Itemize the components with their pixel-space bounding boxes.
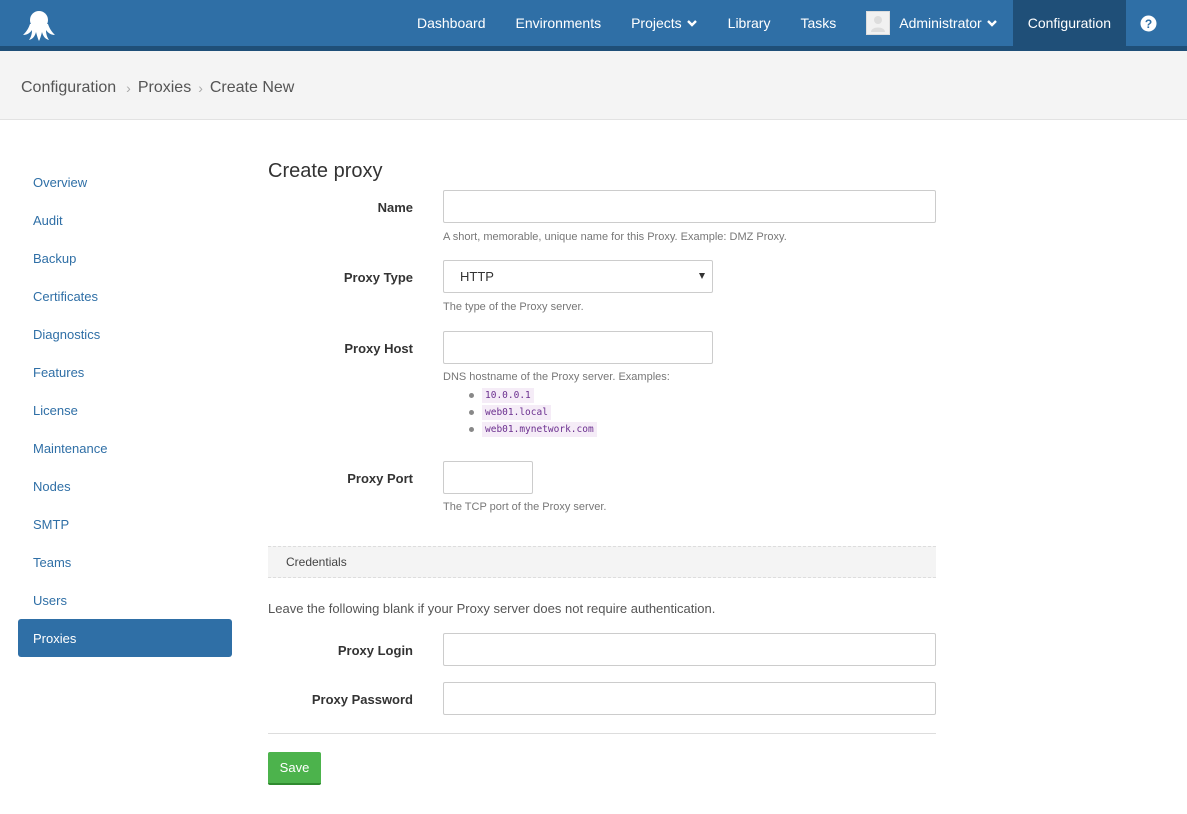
breadcrumb-bar: Configuration › Proxies › Create New (0, 51, 1187, 120)
sidebar-item-diagnostics[interactable]: Diagnostics (18, 315, 232, 353)
dropdown-arrow-icon (699, 273, 705, 279)
sidebar-item-label: Nodes (33, 478, 71, 494)
top-navbar: Dashboard Environments Projects Library … (0, 0, 1187, 51)
nav-library-label: Library (727, 15, 771, 31)
sidebar-item-label: Audit (33, 212, 63, 228)
sidebar-item-nodes[interactable]: Nodes (18, 467, 232, 505)
list-item: web01.mynetwork.com (443, 421, 597, 438)
proxy-type-value: HTTP (460, 269, 494, 284)
sidebar-item-label: SMTP (33, 516, 70, 532)
sidebar-item-teams[interactable]: Teams (18, 543, 232, 581)
example-code: web01.local (482, 405, 551, 420)
sidebar-item-maintenance[interactable]: Maintenance (18, 429, 232, 467)
help-button[interactable]: ? (1126, 0, 1170, 46)
name-help-text: A short, memorable, unique name for this… (443, 231, 787, 243)
nav-user-menu[interactable]: Administrator (851, 0, 1012, 46)
list-item: web01.local (443, 404, 597, 421)
proxy-password-label: Proxy Password (311, 692, 413, 707)
nav-environments[interactable]: Environments (500, 0, 616, 46)
save-button[interactable]: Save (268, 752, 321, 785)
proxy-type-help-text: The type of the Proxy server. (443, 301, 584, 313)
breadcrumb-proxies[interactable]: Proxies (138, 79, 191, 97)
sidebar-item-label: Teams (33, 554, 72, 570)
name-input[interactable] (443, 190, 936, 223)
nav-projects[interactable]: Projects (616, 0, 713, 46)
credentials-section-header: Credentials (268, 546, 936, 578)
proxy-port-help-text: The TCP port of the Proxy server. (443, 501, 607, 513)
chevron-down-icon (686, 20, 697, 27)
list-item: 10.0.0.1 (443, 387, 597, 404)
octopus-logo-icon[interactable] (22, 8, 56, 42)
nav-configuration[interactable]: Configuration (1012, 0, 1126, 46)
sidebar-item-label: Users (33, 592, 67, 608)
credentials-note: Leave the following blank if your Proxy … (268, 601, 716, 616)
sidebar-item-proxies[interactable]: Proxies (18, 619, 232, 657)
breadcrumb-separator-icon: › (198, 80, 203, 96)
svg-text:?: ? (1144, 17, 1151, 31)
name-label: Name (377, 200, 413, 215)
proxy-login-label: Proxy Login (337, 643, 413, 658)
sidebar-item-audit[interactable]: Audit (18, 201, 232, 239)
sidebar-item-label: Features (33, 364, 85, 380)
sidebar-item-label: Maintenance (33, 440, 108, 456)
question-circle-icon: ? (1140, 15, 1156, 31)
proxy-type-label: Proxy Type (343, 270, 413, 285)
proxy-password-input[interactable] (443, 682, 936, 715)
sidebar-item-label: Proxies (33, 630, 77, 646)
proxy-host-input[interactable] (443, 331, 713, 364)
breadcrumb-configuration[interactable]: Configuration (21, 79, 116, 97)
proxy-port-label: Proxy Port (347, 471, 413, 486)
sidebar: Overview Audit Backup Certificates Diagn… (18, 163, 232, 657)
example-code: 10.0.0.1 (482, 388, 534, 403)
user-avatar-icon (871, 16, 886, 32)
proxy-type-select[interactable]: HTTP (443, 260, 713, 293)
proxy-host-help-text: DNS hostname of the Proxy server. Exampl… (443, 371, 670, 383)
nav-tasks-label: Tasks (800, 15, 837, 31)
main-nav: Dashboard Environments Projects Library … (402, 0, 1187, 46)
sidebar-item-license[interactable]: License (18, 391, 232, 429)
nav-dashboard-label: Dashboard (416, 15, 486, 31)
sidebar-item-label: License (33, 402, 78, 418)
proxy-host-examples: 10.0.0.1 web01.local web01.mynetwork.com (443, 387, 597, 438)
sidebar-item-smtp[interactable]: SMTP (18, 505, 232, 543)
avatar (866, 11, 891, 35)
nav-library[interactable]: Library (713, 0, 786, 46)
proxy-login-input[interactable] (443, 633, 936, 666)
proxy-host-label: Proxy Host (344, 341, 413, 356)
nav-projects-label: Projects (631, 15, 682, 31)
credentials-header-label: Credentials (286, 555, 347, 569)
chevron-down-icon (986, 20, 997, 27)
sidebar-item-certificates[interactable]: Certificates (18, 277, 232, 315)
sidebar-item-label: Overview (33, 174, 88, 190)
sidebar-item-overview[interactable]: Overview (18, 163, 232, 201)
sidebar-item-label: Certificates (33, 288, 99, 304)
nav-environments-label: Environments (515, 15, 602, 31)
nav-user-label: Administrator (899, 15, 982, 31)
nav-dashboard[interactable]: Dashboard (402, 0, 501, 46)
sidebar-item-features[interactable]: Features (18, 353, 232, 391)
breadcrumb-separator-icon: › (126, 80, 131, 96)
example-code: web01.mynetwork.com (482, 422, 597, 437)
breadcrumb: Configuration › Proxies › Create New (21, 79, 294, 97)
nav-tasks[interactable]: Tasks (785, 0, 851, 46)
nav-configuration-label: Configuration (1027, 15, 1111, 31)
sidebar-item-label: Backup (33, 250, 77, 266)
sidebar-item-backup[interactable]: Backup (18, 239, 232, 277)
page-title: Create proxy (268, 160, 383, 182)
proxy-port-input[interactable] (443, 461, 533, 494)
sidebar-item-users[interactable]: Users (18, 581, 232, 619)
form-divider (268, 733, 936, 734)
breadcrumb-create-new: Create New (209, 79, 295, 96)
sidebar-item-label: Diagnostics (33, 326, 101, 342)
